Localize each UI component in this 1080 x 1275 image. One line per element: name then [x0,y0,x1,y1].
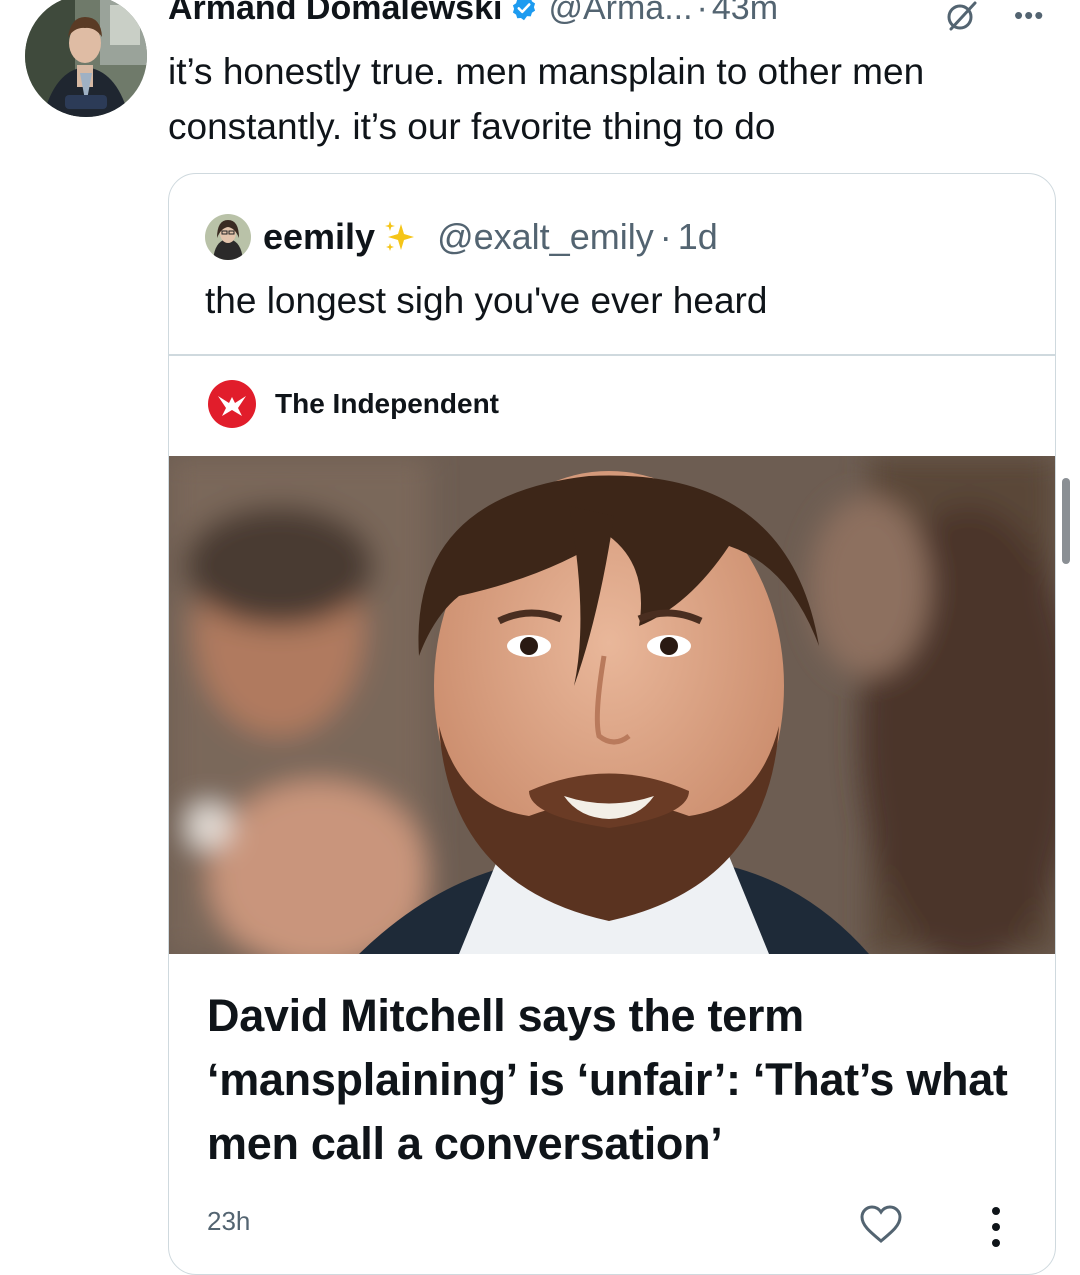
quoted-tweet-header: eemily @exalt_emily · 1d [205,214,718,260]
verified-badge-icon [513,0,536,21]
tweet-header: Armand Domalewski @Arma... · 43m [168,0,778,30]
independent-eagle-logo [208,380,256,428]
quoted-header-separator: · [659,216,672,257]
sparkles-icon [385,221,415,251]
quoted-author-name[interactable]: eemily [263,216,375,258]
quoted-tweet-card[interactable]: eemily @exalt_emily · 1d the longest sig… [168,173,1056,1275]
author-avatar[interactable] [25,0,147,117]
kebab-menu-icon[interactable] [989,1204,1003,1250]
quoted-author-avatar[interactable] [205,214,251,260]
tweet-text: it’s honestly true. men mansplain to oth… [168,51,925,147]
heart-icon[interactable] [859,1204,903,1244]
scrollbar-thumb[interactable] [1062,478,1070,564]
tweet-timestamp[interactable]: 43m [712,0,778,28]
author-handle[interactable]: @Arma... [548,0,692,28]
author-avatar-photo [25,0,147,117]
header-separator: · [696,0,708,27]
article-photo [169,456,1055,954]
quoted-tweet-text: the longest sigh you've ever heard [205,280,768,321]
link-card-source[interactable]: The Independent [207,379,499,429]
more-options-icon[interactable]: ••• [1014,0,1044,31]
source-name: The Independent [275,388,499,419]
link-card-timestamp: 23h [207,1206,251,1236]
article-image[interactable] [169,456,1055,954]
quoted-tweet-timestamp[interactable]: 1d [678,216,718,258]
quoted-author-handle[interactable]: @exalt_emily [437,216,654,258]
author-name[interactable]: Armand Domalewski [168,0,502,28]
grok-icon[interactable] [945,0,979,34]
card-divider [169,354,1055,356]
article-headline[interactable]: David Mitchell says the term ‘mansplaini… [207,984,1027,1176]
